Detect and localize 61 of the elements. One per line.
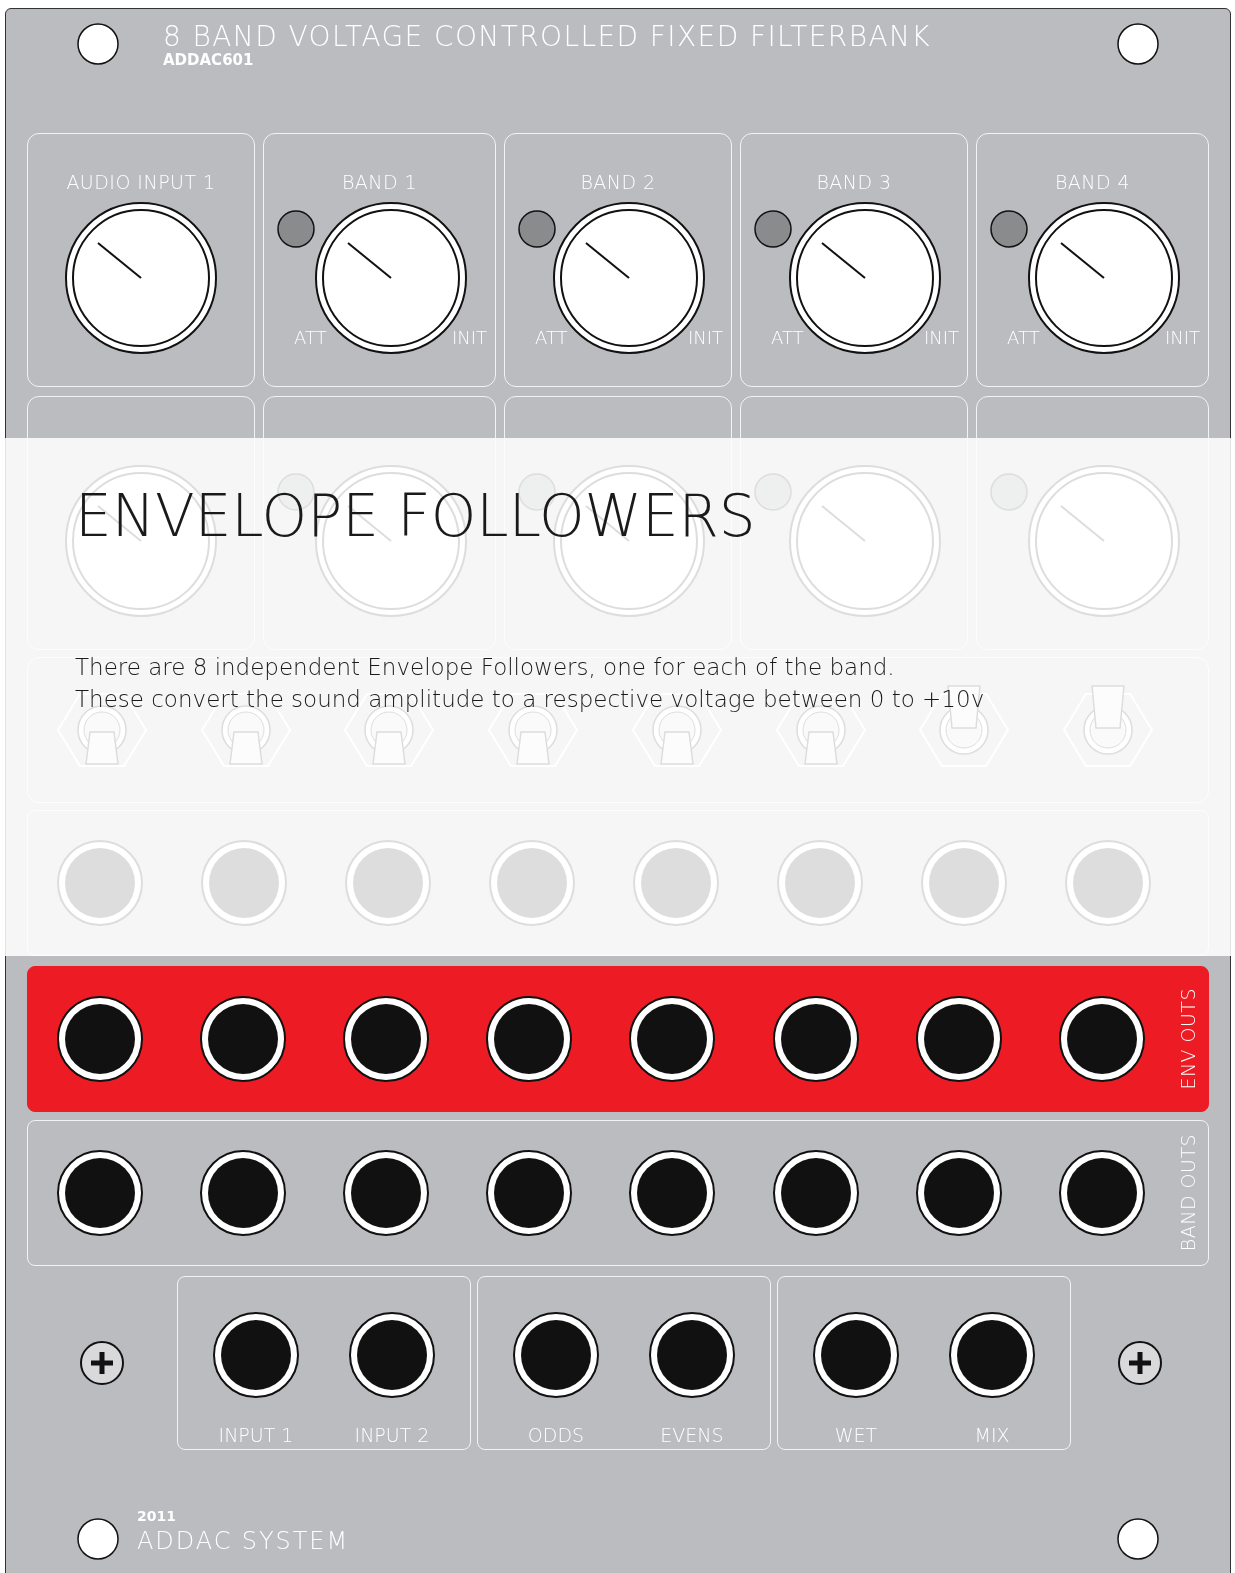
knob-label: BAND 3 (816, 170, 892, 191)
mounting-hole-icon (77, 23, 119, 65)
overlay-title: ENVELOPE FOLLOWERS (75, 481, 757, 552)
jack-socket[interactable] (948, 1311, 1036, 1399)
jack-socket[interactable] (485, 1149, 574, 1237)
jack-socket[interactable] (341, 995, 430, 1083)
knob-min-label: ATT (1007, 326, 1040, 350)
jack-socket[interactable] (1057, 1149, 1146, 1237)
jack-socket[interactable] (812, 1311, 900, 1399)
jack-socket[interactable] (771, 1149, 860, 1237)
knob-max-label: INIT (924, 326, 960, 350)
year-label: 2011 (137, 1508, 177, 1526)
jack-socket[interactable] (341, 1149, 430, 1237)
jack-socket[interactable] (198, 1149, 287, 1237)
mounting-hole-icon (77, 1518, 119, 1560)
knob-label: BAND 2 (580, 170, 656, 191)
knob-min-label: ATT (535, 326, 568, 350)
jack-socket[interactable] (198, 995, 287, 1083)
overlay-description-line: There are 8 independent Envelope Followers, one for each of the band. (75, 652, 896, 682)
jack-socket[interactable] (55, 1149, 144, 1237)
knob-label: BAND 1 (341, 170, 418, 191)
overlay-description-line: These convert the sound amplitude to a respective voltage between 0 to +10v (75, 684, 986, 714)
knob[interactable] (64, 201, 218, 355)
knob-max-label: INIT (1164, 326, 1201, 350)
jack-socket[interactable] (1057, 995, 1146, 1083)
knob-min-label: ATT (771, 326, 804, 350)
jack-socket[interactable] (914, 1149, 1003, 1237)
led-indicator-icon (754, 210, 793, 248)
jack-socket[interactable] (485, 995, 574, 1083)
led-indicator-icon (277, 210, 316, 248)
panel-title: 8 BAND VOLTAGE CONTROLLED FIXED FILTERBANK (163, 23, 932, 51)
knob-min-label: ATT (294, 326, 327, 350)
screw-icon (79, 1340, 125, 1386)
jack-row-label: BAND OUTS (1175, 1134, 1200, 1252)
jack-label: ODDS (527, 1423, 585, 1448)
led-indicator-icon (518, 210, 556, 248)
jack-label: INPUT 2 (354, 1423, 430, 1448)
jack-socket[interactable] (628, 995, 717, 1083)
jack-label: MIX (974, 1423, 1010, 1448)
jack-socket[interactable] (648, 1311, 736, 1399)
jack-socket[interactable] (771, 995, 860, 1083)
jack-socket[interactable] (55, 995, 144, 1083)
jack-label: INPUT 1 (218, 1423, 294, 1448)
jack-row-label: ENV OUTS (1175, 988, 1200, 1090)
knob-label: AUDIO INPUT 1 (66, 170, 216, 191)
jack-socket[interactable] (512, 1311, 600, 1399)
jack-socket[interactable] (628, 1149, 717, 1237)
jack-socket[interactable] (348, 1311, 436, 1399)
brand-label: ADDAC SYSTEM (137, 1525, 350, 1556)
mounting-hole-icon (1117, 23, 1159, 65)
jack-label: EVENS (660, 1423, 724, 1448)
mounting-hole-icon (1117, 1518, 1159, 1560)
jack-label: WET (834, 1423, 878, 1448)
model-label: ADDAC601 (163, 51, 255, 70)
knob-max-label: INIT (451, 326, 487, 350)
knob-label: BAND 4 (1054, 170, 1131, 191)
led-indicator-icon (990, 210, 1029, 248)
jack-socket[interactable] (212, 1311, 300, 1399)
jack-socket[interactable] (914, 995, 1003, 1083)
knob-max-label: INIT (687, 326, 724, 350)
screw-icon (1117, 1340, 1163, 1386)
